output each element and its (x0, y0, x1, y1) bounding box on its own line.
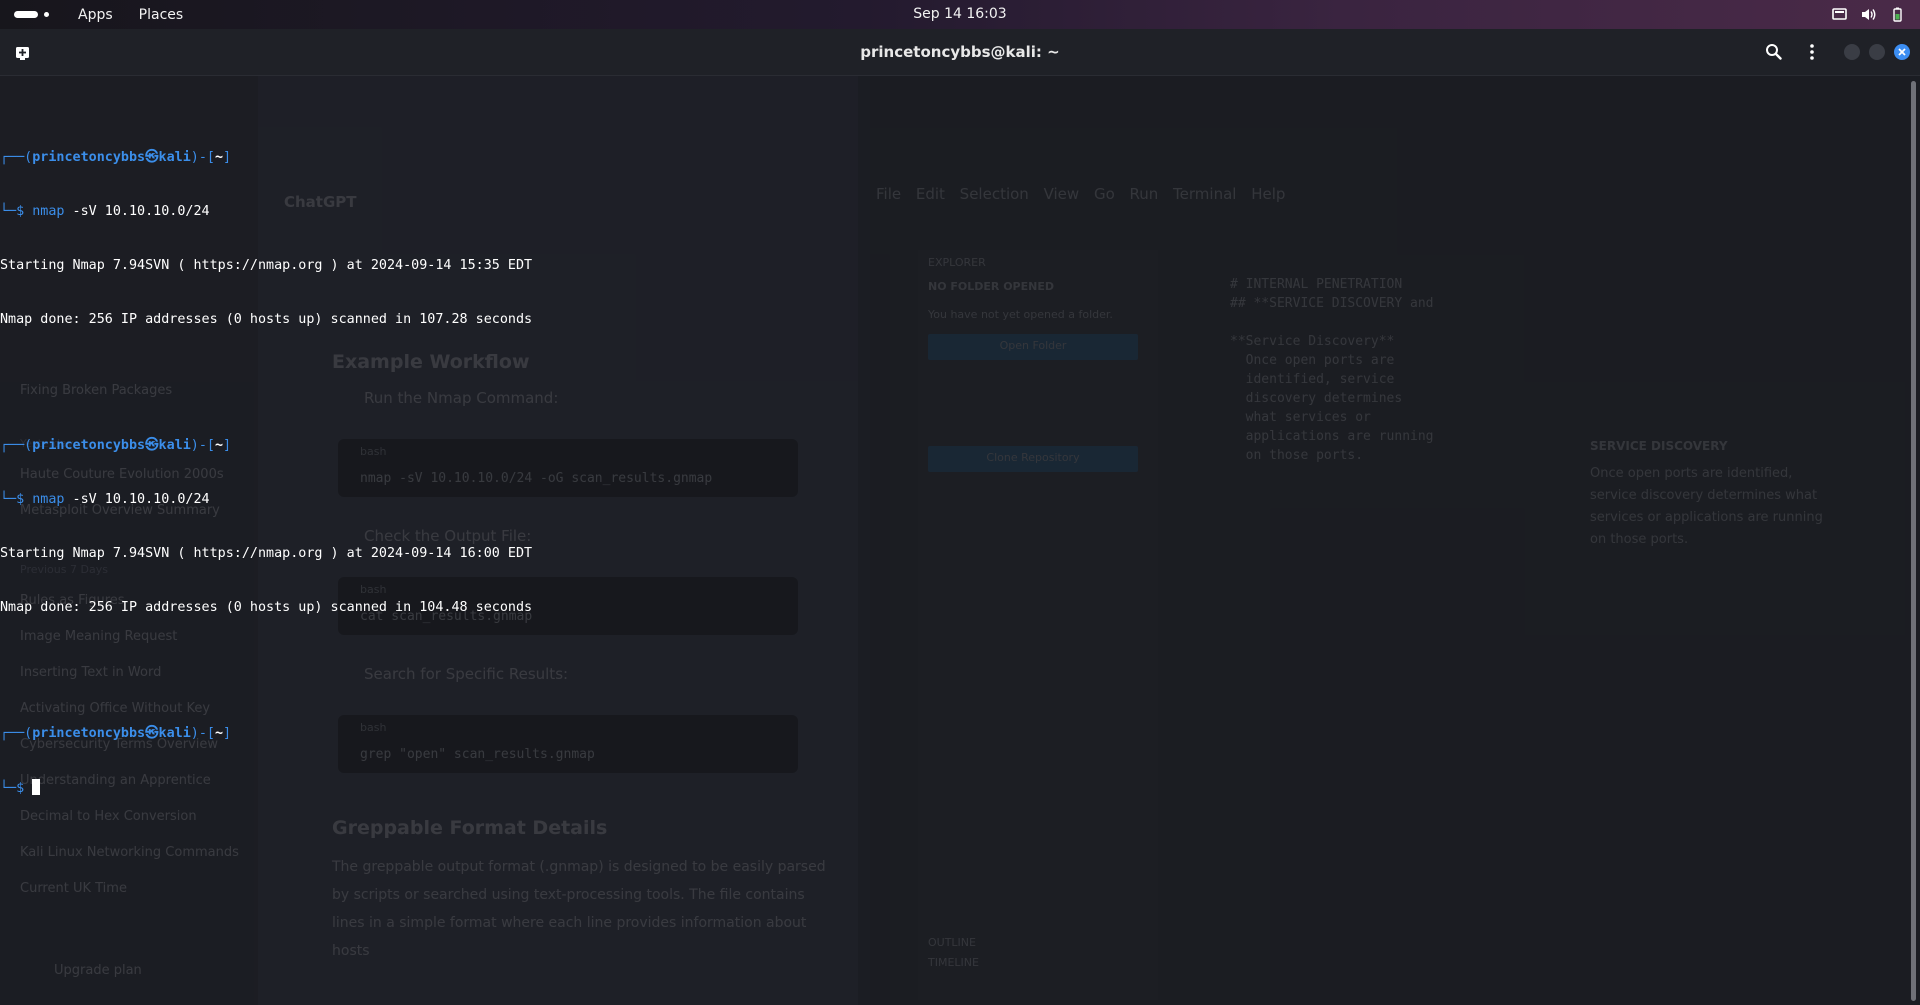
background-sidebar-item: Kali Linux Networking Commands (20, 845, 239, 860)
background-sidebar-item: Current UK Time (20, 881, 127, 896)
output-line: Starting Nmap 7.94SVN ( https://nmap.org… (0, 546, 533, 561)
volume-icon[interactable] (1860, 6, 1877, 23)
output-line: Starting Nmap 7.94SVN ( https://nmap.org… (0, 258, 533, 273)
clock[interactable]: Sep 14 16:03 (913, 6, 1006, 22)
command-line: └─$ nmap -sV 10.10.10.0/24 (0, 204, 210, 219)
prompt-line: ┌──(princetoncybbs㉿kali)-[~] (0, 150, 232, 165)
command-line: └─$ nmap -sV 10.10.10.0/24 (0, 492, 210, 507)
background-paragraph: The greppable output format (.gnmap) is … (332, 859, 826, 959)
output-line: Nmap done: 256 IP addresses (0 hosts up)… (0, 312, 533, 327)
workspace-dot-icon (44, 12, 49, 17)
system-tray (1831, 6, 1906, 23)
apps-menu[interactable]: Apps (78, 7, 113, 23)
screen-icon[interactable] (1831, 6, 1848, 23)
top-panel: Apps Places Sep 14 16:03 (0, 0, 1920, 29)
battery-icon[interactable] (1889, 6, 1906, 23)
input-line[interactable]: └─$ (0, 779, 1900, 797)
close-button[interactable] (1894, 44, 1910, 60)
window-title: princetoncybbs@kali: ~ (860, 43, 1060, 61)
minimize-button[interactable] (1844, 44, 1860, 60)
terminal-titlebar: princetoncybbs@kali: ~ (0, 29, 1920, 76)
output-line: Nmap done: 256 IP addresses (0 hosts up)… (0, 600, 533, 615)
activities-indicator[interactable] (14, 11, 52, 18)
background-upgrade-link: Upgrade plan (54, 963, 142, 978)
prompt-line: ┌──(princetoncybbs㉿kali)-[~] (0, 726, 232, 741)
text-cursor (32, 779, 41, 795)
maximize-button[interactable] (1869, 44, 1885, 60)
kebab-menu-icon[interactable] (1802, 42, 1822, 62)
workspace-pill-icon (14, 11, 38, 18)
terminal-output[interactable]: ┌──(princetoncybbs㉿kali)-[~] └─$ nmap -s… (0, 95, 1900, 833)
terminal-scrollbar[interactable] (1911, 81, 1916, 1001)
search-icon[interactable] (1764, 42, 1784, 62)
places-menu[interactable]: Places (139, 7, 184, 23)
prompt-line: ┌──(princetoncybbs㉿kali)-[~] (0, 438, 232, 453)
close-icon (1898, 48, 1906, 56)
terminal-window: Fixing Broken Packages Yesterday Haute C… (0, 29, 1920, 1005)
